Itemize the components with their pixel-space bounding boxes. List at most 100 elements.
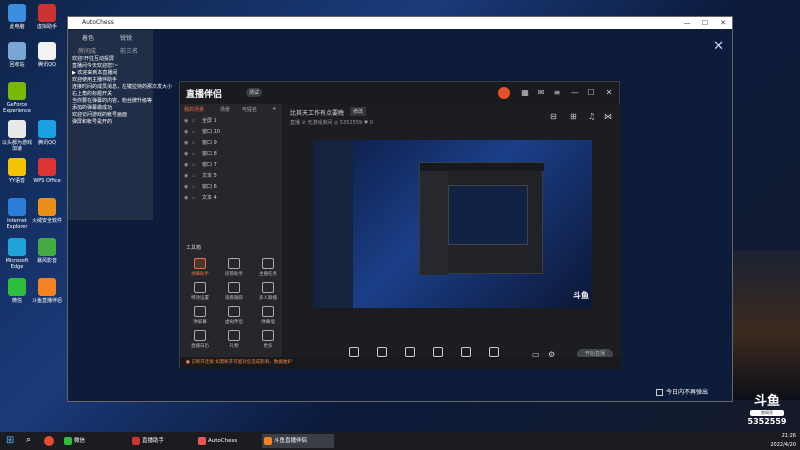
tool-button[interactable]: 虚拟伴侣	[218, 306, 250, 325]
no-popup-checkbox[interactable]: 今日内不再弹出	[656, 387, 708, 396]
eye-icon[interactable]: ◉	[184, 149, 188, 160]
avatar[interactable]	[498, 87, 510, 99]
taskbar-item[interactable]: 微信	[62, 434, 124, 448]
lock-icon[interactable]: ▫	[192, 171, 195, 182]
notice-icon[interactable]: ♫	[588, 112, 595, 121]
version-badge[interactable]: 测试	[246, 88, 263, 97]
window-titlebar[interactable]: AutoChess — ☐ ✕	[68, 17, 732, 29]
windows-start-icon[interactable]: ⊞	[6, 435, 14, 446]
minimize-icon[interactable]: —	[570, 88, 580, 98]
desktop-icon[interactable]: 腾讯QQ	[30, 120, 64, 146]
tool-button[interactable]: 礼物	[218, 330, 250, 349]
tab-my-scenes[interactable]: 我的场景	[184, 106, 204, 113]
scene-item[interactable]: ◉ ▫ 窗口 9	[180, 138, 282, 149]
eye-icon[interactable]: ◉	[184, 193, 188, 204]
lock-icon[interactable]: ▫	[192, 160, 195, 171]
chat-tab[interactable]: 房间成	[78, 46, 96, 55]
tab-nominate[interactable]: 可提名	[242, 106, 257, 113]
scene-item[interactable]: ◉ ▫ 窗口 8	[180, 149, 282, 160]
tool-button[interactable]: 观看跟踪	[218, 282, 250, 301]
scene-item[interactable]: ◉ ▫ 窗口 10	[180, 127, 282, 138]
edit-title-button[interactable]: 修改	[350, 107, 367, 116]
mail-icon[interactable]: ✉	[536, 88, 546, 98]
lock-icon[interactable]: ▫	[192, 138, 195, 149]
menu-icon[interactable]: ≡	[552, 88, 562, 98]
taskbar-item[interactable]: AutoChess	[196, 434, 258, 448]
desktop-icon-label: 暴风影音	[36, 258, 57, 264]
clock[interactable]: 21:26 2022/4/20	[740, 432, 796, 450]
minimize-icon[interactable]: —	[678, 17, 696, 29]
eye-icon[interactable]: ◉	[184, 127, 188, 138]
desktop-icon[interactable]: 此电脑	[0, 4, 34, 30]
app-icon	[38, 4, 56, 22]
tab-scenes[interactable]: 场景	[220, 106, 230, 113]
tool-label: 观看跟踪	[225, 296, 243, 301]
grid-icon[interactable]: ▦	[520, 88, 530, 98]
eye-icon[interactable]: ◉	[184, 171, 188, 182]
lock-icon[interactable]: ▫	[192, 149, 195, 160]
tool-button[interactable]: 特效设置	[184, 282, 216, 301]
scene-item[interactable]: ◉ ▫ 全屏 1	[180, 116, 282, 127]
scene-item[interactable]: ◉ ▫ 窗口 7	[180, 160, 282, 171]
scene-item[interactable]: ◉ ▫ 窗口 6	[180, 182, 282, 193]
taskbar-item[interactable]: 直播助手	[130, 434, 192, 448]
tool-button[interactable]: 弹屏幕	[184, 306, 216, 325]
lock-icon[interactable]: ▫	[192, 116, 195, 127]
gift-icon[interactable]: ⊞	[570, 112, 577, 121]
close-icon[interactable]: ✕	[604, 88, 614, 98]
lock-icon[interactable]: ▫	[192, 193, 195, 204]
add-scene-icon[interactable]: +	[272, 106, 276, 112]
scene-item[interactable]: ◉ ▫ 文本 5	[180, 171, 282, 182]
stream-preview[interactable]: 斗鱼	[313, 140, 592, 323]
desktop-icon[interactable]: 暴风影音	[30, 238, 64, 264]
tool-label: 更多	[263, 344, 273, 349]
desktop-icon[interactable]: GeForce Experience	[0, 82, 34, 114]
eye-icon[interactable]: ◉	[184, 116, 188, 127]
checkbox-icon[interactable]	[656, 389, 663, 396]
eye-icon[interactable]: ◉	[184, 160, 188, 171]
scene-label: 窗口 8	[202, 151, 217, 157]
desktop-icon-label: WPS Office	[33, 178, 61, 184]
desktop-icon[interactable]: 以头都为游戏加速	[0, 120, 34, 152]
desktop-icon[interactable]: WPS Office	[30, 158, 64, 184]
desktop-icon[interactable]: Internet Explorer	[0, 198, 34, 230]
desktop-icon[interactable]: 回收站	[0, 42, 34, 68]
taskbar-item[interactable]: 斗鱼直播伴侣	[262, 434, 334, 448]
chat-tab[interactable]: 前三名	[120, 46, 138, 55]
maximize-icon[interactable]: ☐	[696, 17, 714, 29]
desktop-icon[interactable]: 微信	[0, 278, 34, 304]
desktop-icon[interactable]: YY语音	[0, 158, 34, 184]
tool-button[interactable]: 直播日历	[184, 330, 216, 349]
scene-label: 窗口 9	[202, 140, 217, 146]
tool-button[interactable]: 主播任务	[252, 258, 284, 277]
scene-label: 文本 4	[202, 195, 217, 201]
desktop-icon[interactable]: Microsoft Edge	[0, 238, 34, 270]
lock-icon[interactable]: ⊟	[550, 112, 557, 121]
game-close-icon[interactable]: ✕	[713, 39, 724, 54]
tool-button[interactable]: 弹幕助手	[184, 258, 216, 277]
desktop-icon[interactable]: 腾讯QQ	[30, 42, 64, 68]
close-icon[interactable]: ✕	[714, 17, 732, 29]
live-assistant-window[interactable]: 直播伴侣 测试 ▦ ✉ ≡ — ☐ ✕ 我的场景 场景 可提名 + ◉ ▫ 全屏 1…	[179, 81, 621, 369]
assistant-topbar[interactable]: 直播伴侣 测试 ▦ ✉ ≡ — ☐ ✕	[180, 82, 619, 104]
desktop-icon[interactable]: 斗鱼直播伴侣	[30, 278, 64, 304]
tool-button[interactable]: 更多	[252, 330, 284, 349]
app-icon	[8, 158, 26, 176]
tool-icon	[228, 282, 240, 293]
lock-icon[interactable]: ▫	[192, 182, 195, 193]
scene-item[interactable]: ◉ ▫ 文本 4	[180, 193, 282, 204]
tool-button[interactable]: 多人联播	[252, 282, 284, 301]
lock-icon[interactable]: ▫	[192, 127, 195, 138]
chrome-icon[interactable]	[44, 436, 54, 446]
chat-message: 欢迎!开往互动投屏	[72, 56, 115, 62]
tool-button[interactable]: 弹幕墙	[252, 306, 284, 325]
desktop-icon[interactable]: 火绒安全软件	[30, 198, 64, 224]
desktop-icon[interactable]: 虚拟助手	[30, 4, 64, 30]
eye-icon[interactable]: ◉	[184, 138, 188, 149]
share-icon[interactable]: ⋈	[604, 112, 612, 121]
eye-icon[interactable]: ◉	[184, 182, 188, 193]
tool-button[interactable]: 房管助手	[218, 258, 250, 277]
search-icon[interactable]: ⌕	[26, 435, 31, 445]
maximize-icon[interactable]: ☐	[586, 88, 596, 98]
tool-label: 特效设置	[191, 296, 209, 301]
